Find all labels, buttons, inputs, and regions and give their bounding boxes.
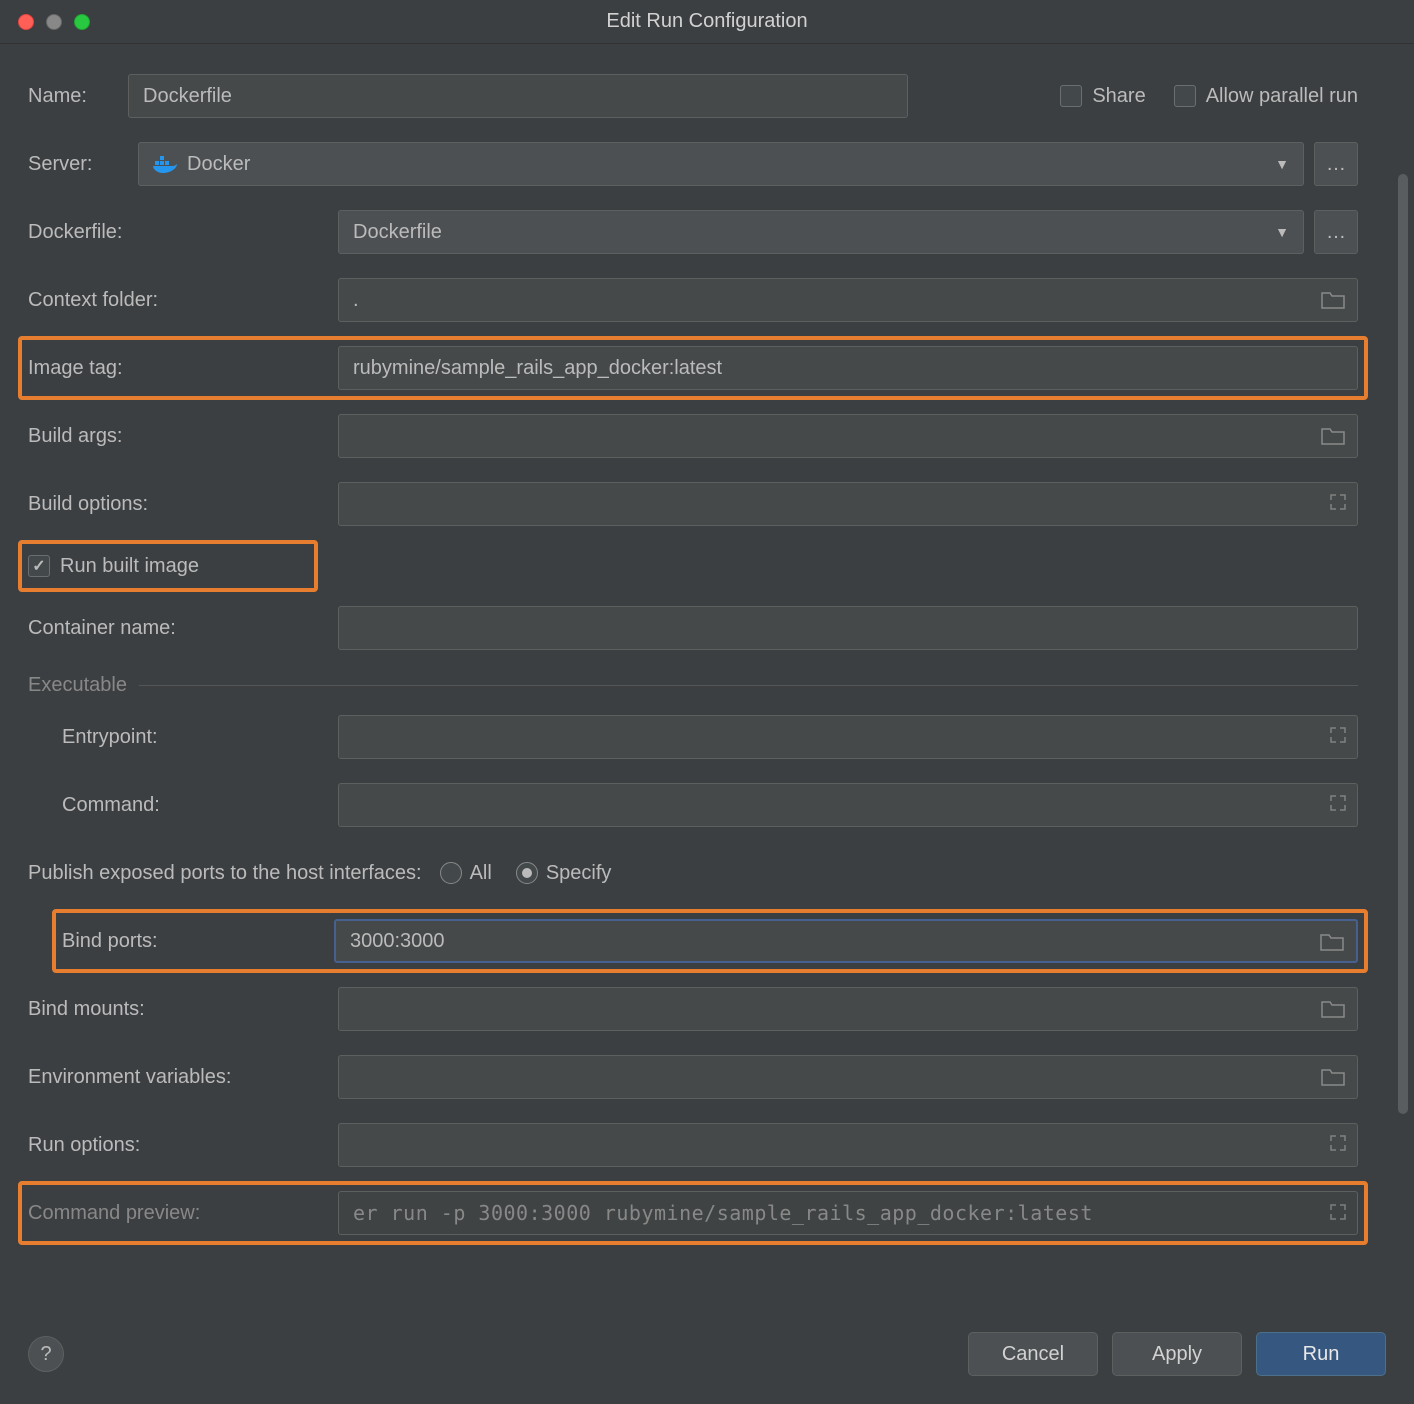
publish-specify-label: Specify — [546, 862, 612, 885]
executable-fieldset-label: Executable — [28, 674, 1358, 697]
command-input[interactable] — [338, 783, 1358, 827]
context-folder-input[interactable]: . — [338, 278, 1358, 322]
share-checkbox[interactable] — [1060, 85, 1082, 107]
build-args-input[interactable] — [338, 414, 1358, 458]
bind-ports-input[interactable]: 3000:3000 — [334, 919, 1358, 963]
titlebar: Edit Run Configuration — [0, 0, 1414, 44]
dockerfile-dropdown[interactable]: Dockerfile ▼ — [338, 210, 1304, 254]
container-name-label: Container name: — [28, 617, 338, 640]
docker-icon — [153, 155, 177, 173]
server-dropdown[interactable]: Docker ▼ — [138, 142, 1304, 186]
folder-icon[interactable] — [1321, 427, 1345, 445]
env-vars-input[interactable] — [338, 1055, 1358, 1099]
command-label: Command: — [28, 794, 338, 817]
image-tag-highlight: Image tag: rubymine/sample_rails_app_doc… — [18, 336, 1368, 400]
server-browse-button[interactable]: … — [1314, 142, 1358, 186]
server-label: Server: — [28, 153, 138, 176]
run-label: Run — [1303, 1343, 1340, 1366]
folder-icon[interactable] — [1321, 1000, 1345, 1018]
run-built-image-highlight: Run built image — [18, 540, 318, 592]
scrollbar-track[interactable] — [1398, 174, 1408, 1134]
maximize-window-icon[interactable] — [74, 14, 90, 30]
run-button[interactable]: Run — [1256, 1332, 1386, 1376]
bind-ports-label: Bind ports: — [62, 930, 334, 953]
name-label: Name: — [28, 85, 128, 108]
chevron-down-icon: ▼ — [1275, 156, 1289, 172]
apply-label: Apply — [1152, 1343, 1202, 1366]
command-preview-field: er run -p 3000:3000 rubymine/sample_rail… — [338, 1191, 1358, 1235]
minimize-window-icon — [46, 14, 62, 30]
apply-button[interactable]: Apply — [1112, 1332, 1242, 1376]
image-tag-label: Image tag: — [28, 357, 338, 380]
name-value: Dockerfile — [143, 85, 232, 108]
context-folder-value: . — [353, 289, 359, 312]
run-options-label: Run options: — [28, 1134, 338, 1157]
bind-mounts-input[interactable] — [338, 987, 1358, 1031]
allow-parallel-label: Allow parallel run — [1206, 85, 1358, 108]
image-tag-input[interactable]: rubymine/sample_rails_app_docker:latest — [338, 346, 1358, 390]
build-options-label: Build options: — [28, 493, 338, 516]
cancel-label: Cancel — [1002, 1343, 1064, 1366]
share-label: Share — [1092, 85, 1145, 108]
expand-icon[interactable] — [1329, 1134, 1347, 1152]
dockerfile-value: Dockerfile — [353, 221, 442, 244]
command-preview-highlight: Command preview: er run -p 3000:3000 rub… — [18, 1181, 1368, 1245]
name-input[interactable]: Dockerfile — [128, 74, 908, 118]
entrypoint-input[interactable] — [338, 715, 1358, 759]
expand-icon[interactable] — [1329, 493, 1347, 511]
entrypoint-label: Entrypoint: — [28, 726, 338, 749]
expand-icon[interactable] — [1329, 1202, 1347, 1220]
scrollbar-thumb[interactable] — [1398, 174, 1408, 1114]
cancel-button[interactable]: Cancel — [968, 1332, 1098, 1376]
build-options-input[interactable] — [338, 482, 1358, 526]
folder-icon[interactable] — [1320, 933, 1344, 951]
expand-icon[interactable] — [1329, 794, 1347, 812]
env-vars-label: Environment variables: — [28, 1066, 338, 1089]
command-preview-label: Command preview: — [28, 1202, 338, 1225]
publish-all-radio[interactable] — [440, 862, 462, 884]
close-window-icon[interactable] — [18, 14, 34, 30]
dockerfile-browse-button[interactable]: … — [1314, 210, 1358, 254]
context-folder-label: Context folder: — [28, 289, 338, 312]
window-title: Edit Run Configuration — [0, 10, 1414, 33]
run-built-image-checkbox[interactable] — [28, 555, 50, 577]
bind-ports-value: 3000:3000 — [350, 930, 445, 953]
publish-specify-radio[interactable] — [516, 862, 538, 884]
container-name-input[interactable] — [338, 606, 1358, 650]
chevron-down-icon: ▼ — [1275, 224, 1289, 240]
allow-parallel-checkbox[interactable] — [1174, 85, 1196, 107]
bind-mounts-label: Bind mounts: — [28, 998, 338, 1021]
run-built-image-label: Run built image — [60, 555, 199, 578]
expand-icon[interactable] — [1329, 726, 1347, 744]
publish-ports-label: Publish exposed ports to the host interf… — [28, 862, 422, 885]
publish-all-label: All — [470, 862, 492, 885]
window-controls — [18, 14, 90, 30]
build-args-label: Build args: — [28, 425, 338, 448]
folder-icon[interactable] — [1321, 1068, 1345, 1086]
image-tag-value: rubymine/sample_rails_app_docker:latest — [353, 357, 722, 380]
help-button[interactable]: ? — [28, 1336, 64, 1372]
run-options-input[interactable] — [338, 1123, 1358, 1167]
bind-ports-highlight: Bind ports: 3000:3000 — [52, 909, 1368, 973]
server-value: Docker — [187, 153, 250, 176]
folder-icon[interactable] — [1321, 291, 1345, 309]
command-preview-value: er run -p 3000:3000 rubymine/sample_rail… — [353, 1201, 1093, 1225]
dockerfile-label: Dockerfile: — [28, 221, 338, 244]
executable-label-text: Executable — [28, 674, 127, 697]
